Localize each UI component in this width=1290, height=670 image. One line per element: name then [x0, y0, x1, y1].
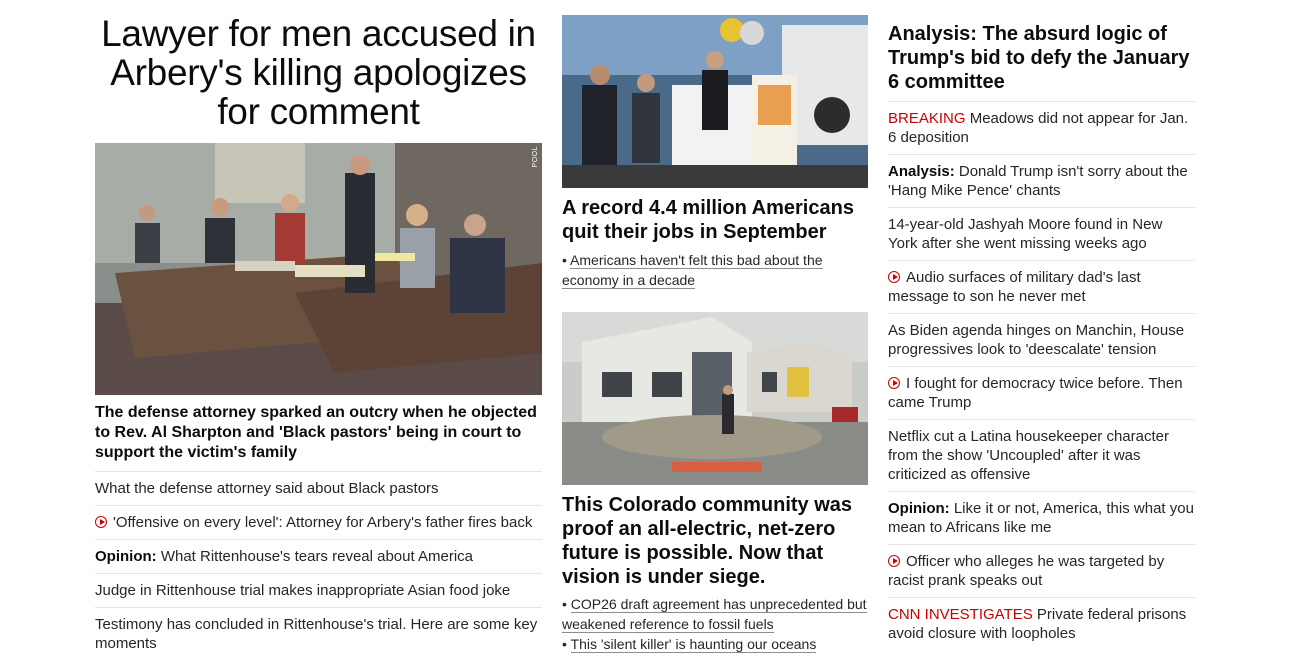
- list-item[interactable]: Opinion: What Rittenhouse's tears reveal…: [95, 540, 542, 574]
- lead-summary[interactable]: The defense attorney sparked an outcry w…: [95, 403, 542, 472]
- jobs-headline[interactable]: A record 4.4 million Americans quit thei…: [562, 196, 868, 244]
- related-link-text: This 'silent killer' is haunting our oce…: [570, 636, 817, 653]
- related-list: What the defense attorney said about Bla…: [95, 472, 542, 660]
- list-item[interactable]: Officer who alleges he was targeted by r…: [888, 545, 1195, 598]
- list-item-text: As Biden agenda hinges on Manchin, House…: [888, 322, 1185, 358]
- investigates-tag: CNN INVESTIGATES: [888, 606, 1033, 623]
- lead-story-column: Lawyer for men accused in Arbery's killi…: [95, 0, 542, 660]
- play-video-icon: [888, 377, 900, 389]
- play-video-icon: [888, 271, 900, 283]
- list-item[interactable]: Analysis: Donald Trump isn't sorry about…: [888, 155, 1195, 208]
- list-item[interactable]: As Biden agenda hinges on Manchin, House…: [888, 314, 1195, 367]
- lead-headline[interactable]: Lawyer for men accused in Arbery's killi…: [95, 14, 542, 131]
- job-fair-photo: [562, 15, 868, 188]
- colorado-headline[interactable]: This Colorado community was proof an all…: [562, 493, 868, 589]
- related-link[interactable]: • COP26 draft agreement has unprecedente…: [562, 594, 868, 634]
- opinion-label: Opinion:: [95, 548, 157, 565]
- list-item[interactable]: BREAKING Meadows did not appear for Jan.…: [888, 102, 1195, 155]
- list-item[interactable]: Judge in Rittenhouse trial makes inappro…: [95, 574, 542, 608]
- list-item[interactable]: Opinion: Like it or not, America, this w…: [888, 492, 1195, 545]
- play-video-icon: [888, 555, 900, 567]
- list-item[interactable]: 'Offensive on every level': Attorney for…: [95, 506, 542, 540]
- related-link[interactable]: • Americans haven't felt this bad about …: [562, 250, 868, 290]
- list-item[interactable]: I fought for democracy twice before. The…: [888, 367, 1195, 420]
- list-item-text: What the defense attorney said about Bla…: [95, 480, 439, 497]
- list-item-text: Netflix cut a Latina housekeeper charact…: [888, 428, 1169, 483]
- list-item-text: 'Offensive on every level': Attorney for…: [113, 514, 533, 531]
- courtroom-photo: [95, 143, 542, 395]
- pool-tag: POOL: [532, 146, 539, 168]
- list-item[interactable]: CNN INVESTIGATES Private federal prisons…: [888, 598, 1195, 650]
- net-zero-homes-photo: [562, 312, 868, 485]
- list-item[interactable]: What the defense attorney said about Bla…: [95, 472, 542, 506]
- breaking-tag: BREAKING: [888, 110, 966, 127]
- play-video-icon: [95, 516, 107, 528]
- related-link[interactable]: • This 'silent killer' is haunting our o…: [562, 634, 868, 654]
- list-item[interactable]: Testimony has concluded in Rittenhouse's…: [95, 608, 542, 660]
- middle-column: A record 4.4 million Americans quit thei…: [562, 0, 868, 654]
- lead-story-image[interactable]: POOL: [95, 143, 542, 395]
- list-item-text: I fought for democracy twice before. The…: [888, 375, 1183, 411]
- list-item[interactable]: 14-year-old Jashyah Moore found in New Y…: [888, 208, 1195, 261]
- related-link-text: Americans haven't felt this bad about th…: [562, 252, 823, 289]
- analysis-label: Analysis:: [888, 163, 955, 180]
- list-item-text: Judge in Rittenhouse trial makes inappro…: [95, 582, 511, 599]
- jobs-story-image[interactable]: [562, 15, 868, 188]
- list-item-text: Officer who alleges he was targeted by r…: [888, 553, 1165, 589]
- list-item-text: 14-year-old Jashyah Moore found in New Y…: [888, 216, 1163, 252]
- analysis-headline[interactable]: Analysis: The absurd logic of Trump's bi…: [888, 22, 1195, 102]
- list-item-text: What Rittenhouse's tears reveal about Am…: [156, 548, 474, 565]
- list-item-text: Testimony has concluded in Rittenhouse's…: [95, 616, 538, 652]
- related-link-text: COP26 draft agreement has unprecedented …: [562, 596, 867, 633]
- headline-list: BREAKING Meadows did not appear for Jan.…: [888, 102, 1195, 650]
- right-column: Analysis: The absurd logic of Trump's bi…: [888, 0, 1195, 650]
- list-item[interactable]: Netflix cut a Latina housekeeper charact…: [888, 420, 1195, 492]
- opinion-label: Opinion:: [888, 500, 950, 517]
- list-item-text: Audio surfaces of military dad's last me…: [888, 269, 1141, 305]
- colorado-story-image[interactable]: [562, 312, 868, 485]
- list-item[interactable]: Audio surfaces of military dad's last me…: [888, 261, 1195, 314]
